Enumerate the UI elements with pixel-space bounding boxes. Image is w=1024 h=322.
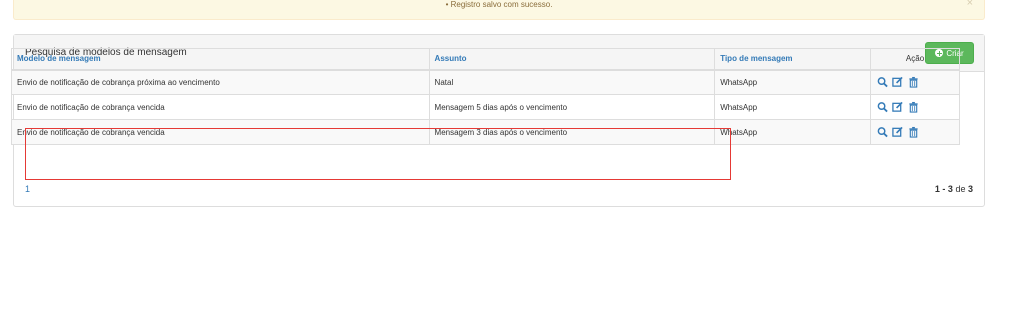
pagination-of: de [955,184,966,194]
cell-acoes [870,94,960,120]
search-icon[interactable] [877,76,888,88]
column-header-modelo[interactable]: Modelo de mensagem [11,48,430,71]
cell-modelo: Envio de notificação de cobrança vencida [11,119,430,145]
table-row: Envio de notificação de cobrança vencida… [11,94,960,120]
column-header-assunto[interactable]: Assunto [428,48,716,71]
cell-tipo: WhatsApp [714,94,872,120]
templates-table: Modelo de mensagem Assunto Tipo de mensa… [11,48,960,145]
cell-acoes [870,119,960,145]
pagination-summary: 1 - 3 de 3 [935,184,973,194]
cell-tipo: WhatsApp [714,69,872,95]
cell-modelo: Envio de notificação de cobrança vencida [11,94,430,120]
edit-icon[interactable] [892,126,903,138]
cell-modelo: Envio de notificação de cobrança próxima… [11,69,430,95]
trash-icon[interactable] [908,76,919,88]
search-icon[interactable] [877,126,888,138]
edit-icon[interactable] [892,101,903,113]
cell-assunto: Mensagem 3 dias após o vencimento [428,119,716,145]
alert-close-button[interactable]: × [967,0,973,9]
trash-icon[interactable] [908,101,919,113]
pagination-range: 1 - 3 [934,184,953,194]
table-header-row: Modelo de mensagem Assunto Tipo de mensa… [11,48,960,71]
pagination-page-link[interactable]: 1 [25,184,30,194]
cell-tipo: WhatsApp [714,119,872,145]
cell-acoes [870,69,960,95]
column-header-tipo[interactable]: Tipo de mensagem [714,48,872,71]
alert-message: • Registro salvo com sucesso. [445,0,553,9]
column-header-acao: Ação [870,48,960,71]
table-row: Envio de notificação de cobrança vencida… [11,119,960,145]
cell-assunto: Mensagem 5 dias após o vencimento [428,94,716,120]
edit-icon[interactable] [892,76,903,88]
cell-assunto: Natal [428,69,716,95]
pagination-total: 3 [967,184,973,194]
success-alert: • Registro salvo com sucesso. × [13,0,985,20]
alert-message-text: Registro salvo com sucesso. [450,0,553,9]
search-icon[interactable] [877,101,888,113]
trash-icon[interactable] [908,126,919,138]
table-row: Envio de notificação de cobrança próxima… [11,69,960,95]
